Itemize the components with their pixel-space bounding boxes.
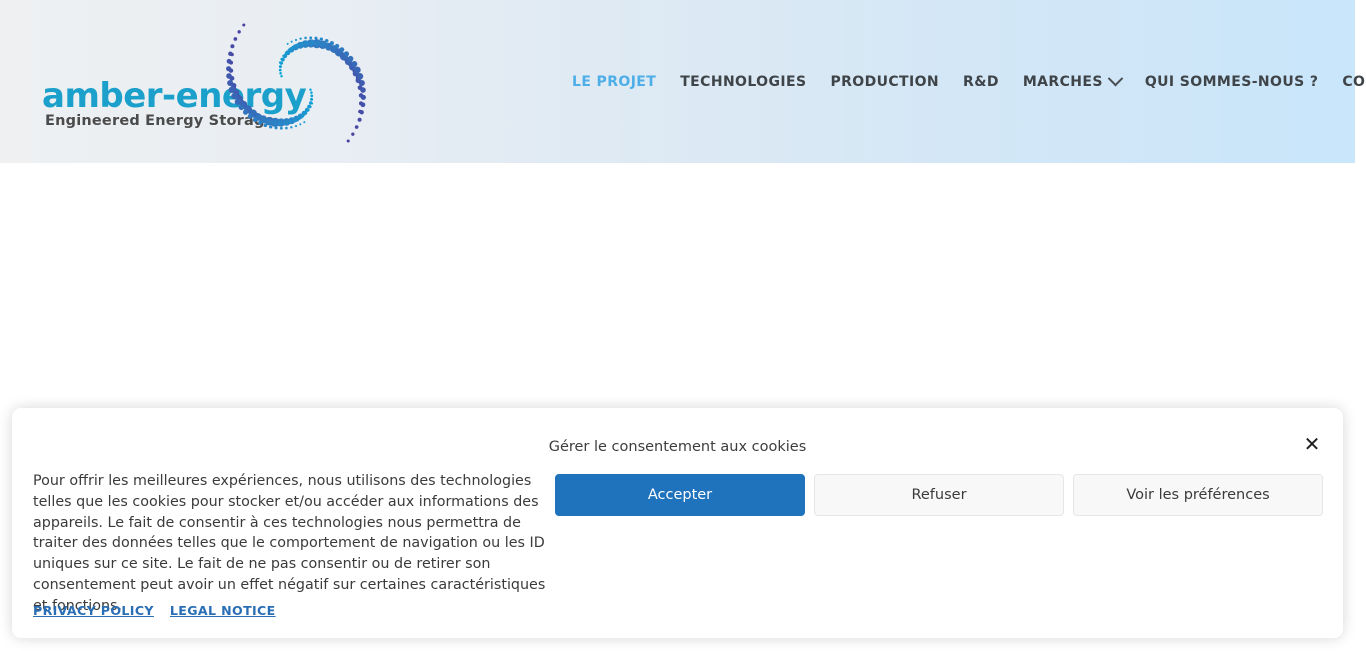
chevron-down-icon [1107,70,1124,87]
nav-item-marches[interactable]: MARCHES [1011,70,1133,90]
site-logo[interactable]: amber-energy Engineered Energy Storage [42,8,382,158]
privacy-policy-link[interactable]: PRIVACY POLICY [33,603,154,618]
cookie-consent-banner: Gérer le consentement aux cookies ✕ Pour… [12,408,1343,638]
cookie-banner-actions: Accepter Refuser Voir les préférences [555,474,1323,516]
nav-label: R&D [963,73,999,90]
view-preferences-button[interactable]: Voir les préférences [1073,474,1323,516]
close-icon[interactable]: ✕ [1299,431,1325,457]
legal-notice-link[interactable]: LEGAL NOTICE [170,603,276,618]
site-header: amber-energy Engineered Energy Storage L… [0,0,1366,163]
nav-label: CONTACT [1342,73,1366,90]
cookie-banner-links: PRIVACY POLICY LEGAL NOTICE [33,603,276,618]
main-navigation: LE PROJET TECHNOLOGIES PRODUCTION R&D MA… [560,0,1366,163]
nav-item-production[interactable]: PRODUCTION [818,74,951,90]
refuse-cookies-button[interactable]: Refuser [814,474,1064,516]
nav-label: LE PROJET [572,73,657,90]
nav-label: QUI SOMMES-NOUS ? [1144,73,1319,90]
cookie-banner-description: Pour offrir les meilleures expériences, … [33,473,546,614]
nav-item-contact[interactable]: CONTACT [1330,74,1366,90]
nav-label: MARCHES [1022,73,1103,90]
nav-item-rd[interactable]: R&D [951,74,1011,90]
nav-label: TECHNOLOGIES [680,73,807,90]
nav-item-qui-sommes-nous[interactable]: QUI SOMMES-NOUS ? [1133,74,1331,90]
logo-swirl-icon [224,8,374,158]
nav-item-technologies[interactable]: TECHNOLOGIES [668,74,818,90]
nav-item-le-projet[interactable]: LE PROJET [560,74,668,90]
nav-label: PRODUCTION [830,73,940,90]
cookie-banner-title: Gérer le consentement aux cookies [548,439,807,455]
accept-cookies-button[interactable]: Accepter [555,474,805,516]
